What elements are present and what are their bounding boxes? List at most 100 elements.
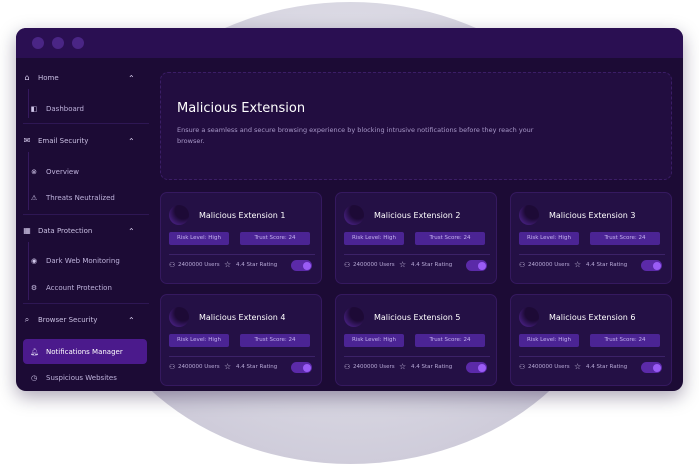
extension-avatar [169, 205, 189, 225]
users-count: 2400000 Users [353, 364, 395, 370]
nav-group-label: Browser Security [38, 316, 98, 324]
trust-score-badge: Trust Score: 24 [415, 334, 485, 347]
chevron-up-icon[interactable]: ⌃ [128, 137, 135, 146]
chevron-up-icon[interactable]: ⌃ [128, 74, 135, 83]
chevron-up-icon[interactable]: ⌃ [128, 316, 135, 325]
extension-card[interactable]: Malicious Extension 6 Risk Level: High T… [510, 294, 672, 386]
users-count: 2400000 Users [528, 364, 570, 370]
enable-toggle[interactable] [291, 260, 312, 271]
divider [23, 214, 149, 215]
window-control-maximize[interactable] [72, 37, 84, 49]
user-icon: ⚇ [344, 363, 351, 371]
trust-score-badge: Trust Score: 24 [415, 232, 485, 245]
extension-card[interactable]: Malicious Extension 4 Risk Level: High T… [160, 294, 322, 386]
extension-card[interactable]: Malicious Extension 3 Risk Level: High T… [510, 192, 672, 284]
extension-card[interactable]: Malicious Extension 5 Risk Level: High T… [335, 294, 497, 386]
location-icon: ◉ [30, 257, 38, 265]
toggle-knob [302, 261, 311, 270]
risk-level-badge: Risk Level: High [344, 334, 404, 347]
users-count: 2400000 Users [178, 364, 220, 370]
nav-group-home[interactable]: ⌂ Home ⌃ [16, 67, 156, 89]
star-rating: 4.4 Star Rating [411, 364, 453, 370]
overview-icon: ⊗ [31, 168, 37, 176]
sidebar: ⌂ Home ⌃ ◧ Dashboard ✉ Email Security ⌃ … [16, 64, 156, 391]
sidebar-item-notifications-manager[interactable]: 🔔︎ Notifications Manager [23, 339, 147, 364]
trust-score-badge: Trust Score: 24 [590, 232, 660, 245]
users-count: 2400000 Users [178, 262, 220, 268]
bell-icon: 🔔︎ [30, 347, 39, 356]
divider [344, 356, 490, 357]
extension-card[interactable]: Malicious Extension 1 Risk Level: High T… [160, 192, 322, 284]
dashboard-icon: ◧ [30, 105, 38, 113]
trust-score-badge: Trust Score: 24 [240, 334, 310, 347]
toggle-knob [652, 261, 661, 270]
divider [23, 123, 149, 124]
divider [519, 254, 665, 255]
chevron-up-icon[interactable]: ⌃ [128, 227, 135, 236]
risk-level-badge: Risk Level: High [169, 232, 229, 245]
divider [169, 254, 315, 255]
extension-avatar [344, 205, 364, 225]
user-icon: ⚇ [169, 261, 176, 269]
divider [344, 254, 490, 255]
nav-group-email-security[interactable]: ✉ Email Security ⌃ [16, 130, 156, 152]
extension-card[interactable]: Malicious Extension 2 Risk Level: High T… [335, 192, 497, 284]
sidebar-item-threats-neutralized[interactable]: ⚠ Threats Neutralized [23, 187, 147, 209]
sidebar-item-label: Suspicious Websites [46, 374, 117, 382]
sidebar-item-label: Dashboard [46, 105, 84, 113]
sidebar-item-suspicious-websites[interactable]: ◷ Suspicious Websites [23, 367, 147, 389]
extension-avatar [519, 307, 539, 327]
star-icon: ☆ [574, 260, 582, 269]
extension-avatar [344, 307, 364, 327]
extension-avatar [169, 307, 189, 327]
sidebar-item-dark-web-monitoring[interactable]: ◉ Dark Web Monitoring [23, 250, 147, 272]
clock-icon: ◷ [30, 374, 38, 382]
window-control-close[interactable] [32, 37, 44, 49]
sidebar-item-label: Notifications Manager [46, 347, 123, 356]
risk-level-badge: Risk Level: High [519, 334, 579, 347]
risk-level-badge: Risk Level: High [344, 232, 404, 245]
star-rating: 4.4 Star Rating [236, 262, 278, 268]
risk-level-badge: Risk Level: High [519, 232, 579, 245]
star-rating: 4.4 Star Rating [586, 262, 628, 268]
star-icon: ☆ [574, 362, 582, 371]
trust-score-badge: Trust Score: 24 [240, 232, 310, 245]
window-control-minimize[interactable] [52, 37, 64, 49]
title-bar [16, 28, 683, 58]
sidebar-item-account-protection[interactable]: ⚙ Account Protection [23, 277, 147, 299]
extension-title: Malicious Extension 3 [549, 211, 636, 220]
enable-toggle[interactable] [641, 260, 662, 271]
enable-toggle[interactable] [466, 362, 487, 373]
users-count: 2400000 Users [528, 262, 570, 268]
nav-group-label: Home [38, 74, 59, 82]
warning-icon: ⚠ [30, 194, 38, 202]
divider [519, 356, 665, 357]
enable-toggle[interactable] [641, 362, 662, 373]
nav-group-label: Email Security [38, 137, 89, 145]
sidebar-item-overview[interactable]: ⊗ Overview [23, 161, 147, 183]
gear-icon: ⚙ [30, 284, 38, 292]
toggle-knob [302, 363, 311, 372]
nav-group-data-protection[interactable]: ▦ Data Protection ⌃ [16, 220, 156, 242]
nav-group-browser-security[interactable]: ⌕ Browser Security ⌃ [16, 309, 156, 331]
risk-level-badge: Risk Level: High [169, 334, 229, 347]
nav-group-label: Data Protection [38, 227, 93, 235]
grid-icon: ▦ [23, 226, 31, 235]
sidebar-item-label: Dark Web Monitoring [46, 257, 120, 265]
divider [169, 356, 315, 357]
extension-title: Malicious Extension 4 [199, 313, 286, 322]
sidebar-item-label: Overview [46, 168, 79, 176]
user-icon: ⚇ [519, 261, 526, 269]
trust-score-badge: Trust Score: 24 [590, 334, 660, 347]
enable-toggle[interactable] [291, 362, 312, 373]
star-icon: ☆ [399, 362, 407, 371]
page-header-panel: Malicious Extension Ensure a seamless an… [160, 72, 672, 180]
star-rating: 4.4 Star Rating [586, 364, 628, 370]
star-rating: 4.4 Star Rating [411, 262, 453, 268]
enable-toggle[interactable] [466, 260, 487, 271]
extension-title: Malicious Extension 5 [374, 313, 461, 322]
star-rating: 4.4 Star Rating [236, 364, 278, 370]
app-window: ⌂ Home ⌃ ◧ Dashboard ✉ Email Security ⌃ … [16, 28, 683, 391]
sidebar-item-label: Threats Neutralized [46, 194, 115, 202]
sidebar-item-dashboard[interactable]: ◧ Dashboard [23, 98, 147, 120]
